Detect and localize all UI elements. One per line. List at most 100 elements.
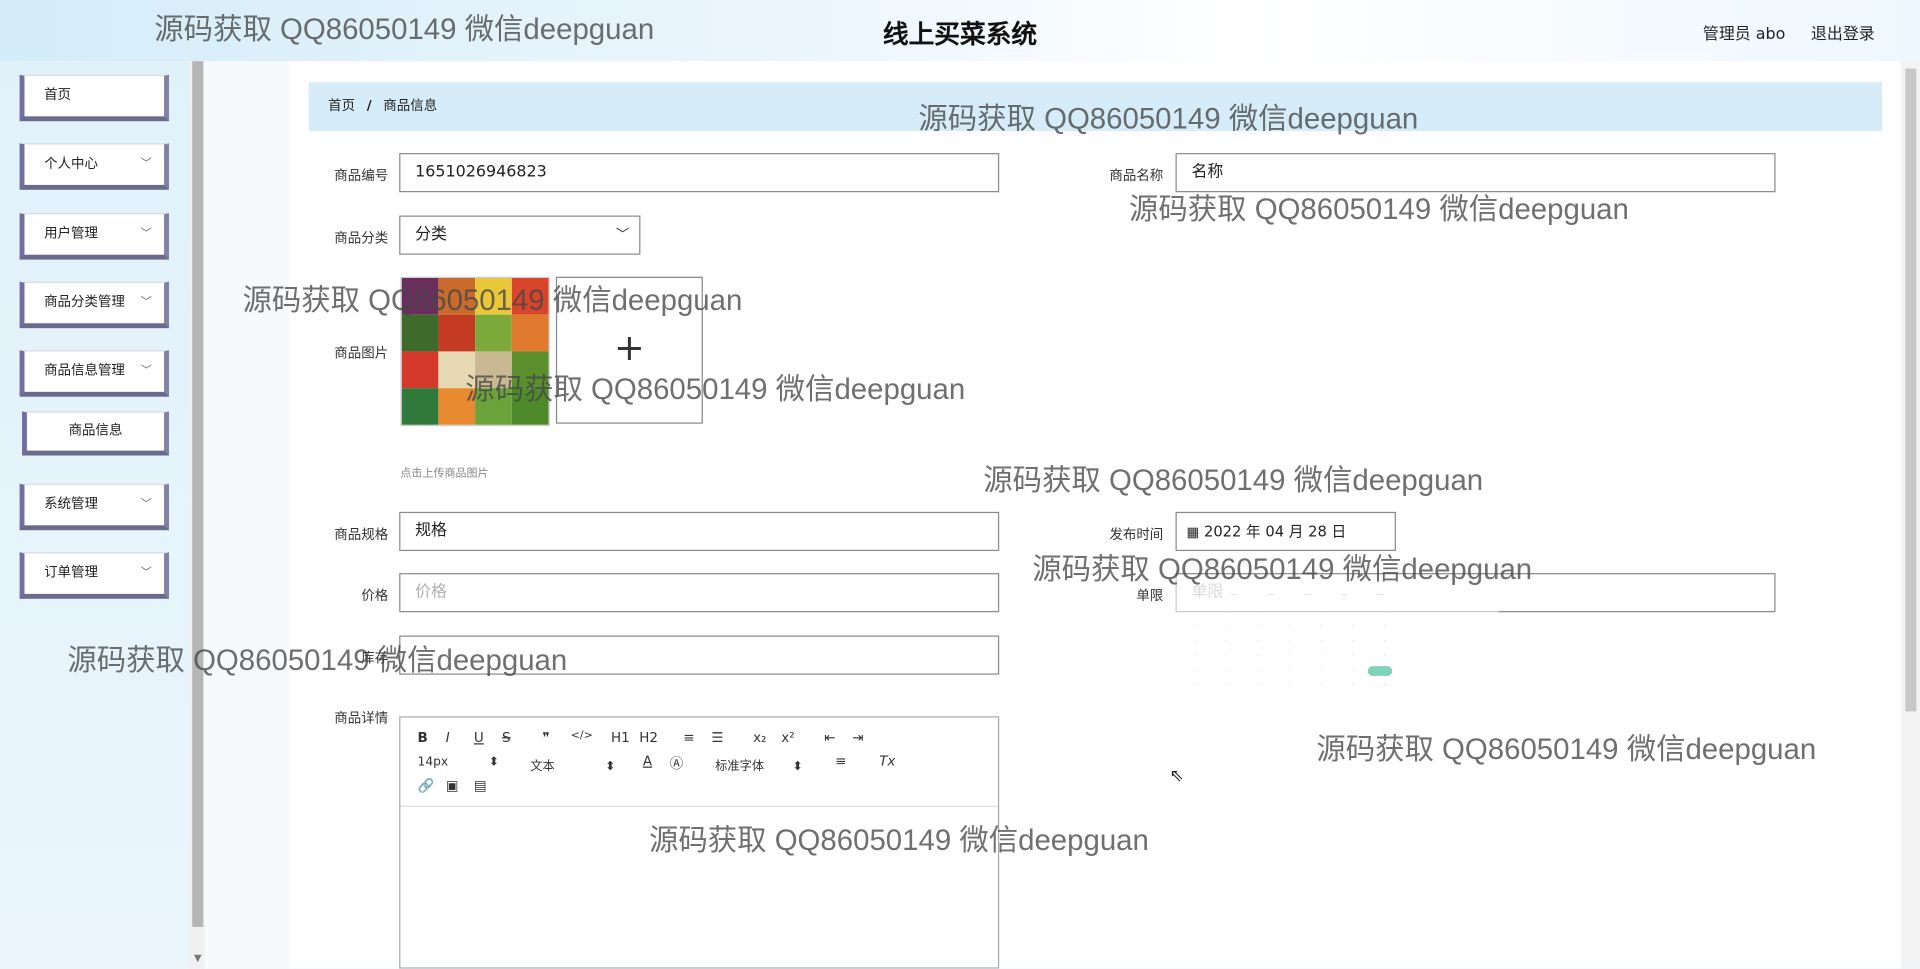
detail-label: 商品详情 xyxy=(334,710,389,727)
text-type-value: 文本 xyxy=(530,760,555,774)
select-arrows-icon: ⬍ xyxy=(488,755,500,769)
subscript-icon[interactable]: x₂ xyxy=(753,730,766,746)
sidebar-item-system-management[interactable]: 系统管理 ﹀ xyxy=(19,483,169,531)
chevron-down-icon: ﹀ xyxy=(140,364,152,378)
image-label: 商品图片 xyxy=(334,345,389,362)
calendar-icon: ▦ xyxy=(1186,524,1200,541)
scroll-down-arrow-icon[interactable]: ▼ xyxy=(192,953,203,964)
align-icon[interactable]: ≡ xyxy=(835,753,846,769)
select-arrows-icon: ⬍ xyxy=(605,760,616,774)
sidebar-item-product-management[interactable]: 商品信息管理 ﹀ xyxy=(19,350,169,397)
page-scrollbar-thumb[interactable] xyxy=(1905,68,1917,712)
stock-input[interactable] xyxy=(399,635,1000,675)
bold-icon[interactable]: B xyxy=(418,730,428,746)
sidebar-item-label: 用户管理 xyxy=(44,225,98,242)
chevron-down-icon: ﹀ xyxy=(140,566,152,580)
font-family-select[interactable]: 标准字体 ⬍ xyxy=(715,756,803,774)
indent-icon[interactable]: ⇥ xyxy=(852,730,863,746)
chevron-down-icon: ﹀ xyxy=(140,498,152,511)
limit-label: 单限 xyxy=(1136,587,1164,604)
clear-format-icon[interactable]: Tx xyxy=(879,753,895,769)
sidebar-item-label: 系统管理 xyxy=(44,495,98,512)
font-family-value: 标准字体 xyxy=(715,760,765,774)
font-color-icon[interactable]: A xyxy=(643,753,652,769)
outdent-icon[interactable]: ⇤ xyxy=(824,730,835,746)
date-picker-row: · · · · · · · xyxy=(1193,622,1386,631)
publish-date-label: 发布时间 xyxy=(1109,526,1164,543)
chevron-down-icon: ﹀ xyxy=(140,227,152,241)
chevron-down-icon: ﹀ xyxy=(140,296,152,309)
date-picker-row: — — — — — — xyxy=(1193,590,1385,599)
date-picker-row: · · · · · · · xyxy=(1193,651,1386,661)
video-icon[interactable]: ▤ xyxy=(474,778,487,794)
sidebar-item-user-management[interactable]: 用户管理 ﹀ xyxy=(19,213,169,260)
breadcrumb-current: 商品信息 xyxy=(383,97,438,114)
date-picker-row: · · · · · · · xyxy=(1193,636,1386,646)
heading1-icon[interactable]: H1 xyxy=(611,730,630,746)
sidebar-item-label: 个人中心 xyxy=(44,155,98,172)
date-picker-popup[interactable]: — — — — — — · · · · · · · · · · · · · · … xyxy=(1175,575,1499,701)
sidebar-item-label: 订单管理 xyxy=(44,564,98,581)
text-type-select[interactable]: 文本 ⬍ xyxy=(530,756,616,774)
price-input[interactable]: 价格 xyxy=(399,573,1000,613)
background-color-icon[interactable]: Ⓐ xyxy=(670,753,683,773)
bullet-list-icon[interactable]: ☰ xyxy=(711,730,723,746)
rich-text-editor[interactable]: B I U S ❞ </> H1 H2 ≡ ☰ x₂ x² ⇤ ⇥ 14px ⬍… xyxy=(399,716,1000,969)
image-upload-button[interactable]: + xyxy=(555,276,703,424)
sidebar-scrollbar-thumb[interactable] xyxy=(192,61,204,927)
blockquote-icon[interactable]: ❞ xyxy=(542,730,549,746)
name-label: 商品名称 xyxy=(1109,167,1164,184)
superscript-icon[interactable]: x² xyxy=(781,730,794,746)
publish-date-value: 2022 年 04 月 28 日 xyxy=(1203,522,1347,541)
app-title: 线上买菜系统 xyxy=(882,19,1038,49)
code-input[interactable]: 1651026946823 xyxy=(399,153,1000,193)
category-select-value: 分类 xyxy=(415,225,447,244)
app-root: 线上买菜系统 管理员 abo 退出登录 首页 个人中心 ﹀ 用户管理 ﹀ 商品分… xyxy=(0,0,1920,969)
link-icon[interactable]: 🔗 xyxy=(418,778,435,794)
chevron-down-icon: ﹀ xyxy=(615,226,630,243)
sidebar-item-label: 商品信息管理 xyxy=(44,362,125,379)
font-size-value: 14px xyxy=(417,755,449,769)
sidebar-item-personal-center[interactable]: 个人中心 ﹀ xyxy=(19,143,169,190)
vegetables-image xyxy=(401,277,549,425)
date-picker-selected-day[interactable] xyxy=(1367,666,1393,676)
spec-input[interactable]: 规格 xyxy=(399,511,1000,552)
breadcrumb-home[interactable]: 首页 xyxy=(328,82,355,131)
sidebar-item-label: 商品分类管理 xyxy=(44,293,125,310)
plus-icon: + xyxy=(613,326,645,370)
top-header: 线上买菜系统 管理员 abo 退出登录 xyxy=(0,0,1920,63)
select-arrows-icon: ⬍ xyxy=(792,760,803,774)
price-label: 价格 xyxy=(361,587,389,604)
category-label: 商品分类 xyxy=(334,230,389,247)
heading2-icon[interactable]: H2 xyxy=(639,730,658,746)
sidebar-item-label: 首页 xyxy=(44,86,72,103)
italic-icon[interactable]: I xyxy=(446,730,450,746)
underline-icon[interactable]: U xyxy=(474,730,484,746)
spec-label: 商品规格 xyxy=(334,526,389,543)
image-icon[interactable]: ▣ xyxy=(446,778,459,794)
image-upload-hint: 点击上传商品图片 xyxy=(400,467,489,481)
publish-date-input[interactable]: ▦ 2022 年 04 月 28 日 xyxy=(1175,511,1396,552)
ordered-list-icon[interactable]: ≡ xyxy=(683,730,694,746)
breadcrumb: 首页 / 商品信息 xyxy=(308,82,1883,132)
date-picker-row: · · · · · · · xyxy=(1193,680,1386,690)
product-image-thumbnail[interactable] xyxy=(400,276,550,427)
stock-label: 库存 xyxy=(361,650,389,667)
code-label: 商品编号 xyxy=(334,167,389,184)
chevron-down-icon: ﹀ xyxy=(140,157,152,171)
sidebar-item-category-management[interactable]: 商品分类管理 ﹀ xyxy=(19,281,169,329)
font-size-select[interactable]: 14px ⬍ xyxy=(418,756,500,769)
date-picker-row: · · · · · · · xyxy=(1193,666,1386,675)
code-block-icon[interactable]: </> xyxy=(571,730,593,742)
name-input[interactable]: 名称 xyxy=(1175,153,1776,193)
current-user: 管理员 abo xyxy=(1702,25,1786,45)
sidebar-subitem-product-info[interactable]: 商品信息 xyxy=(22,411,169,456)
editor-divider xyxy=(400,805,998,807)
logout-link[interactable]: 退出登录 xyxy=(1811,21,1875,44)
category-select[interactable]: 分类 ﹀ xyxy=(399,215,641,255)
strikethrough-icon[interactable]: S xyxy=(502,730,511,746)
sidebar-item-home[interactable]: 首页 xyxy=(19,74,169,122)
date-picker-row: · · · · · · · xyxy=(1193,607,1386,616)
mouse-cursor-icon: ⇖ xyxy=(1169,766,1184,787)
sidebar-item-order-management[interactable]: 订单管理 ﹀ xyxy=(19,552,169,599)
